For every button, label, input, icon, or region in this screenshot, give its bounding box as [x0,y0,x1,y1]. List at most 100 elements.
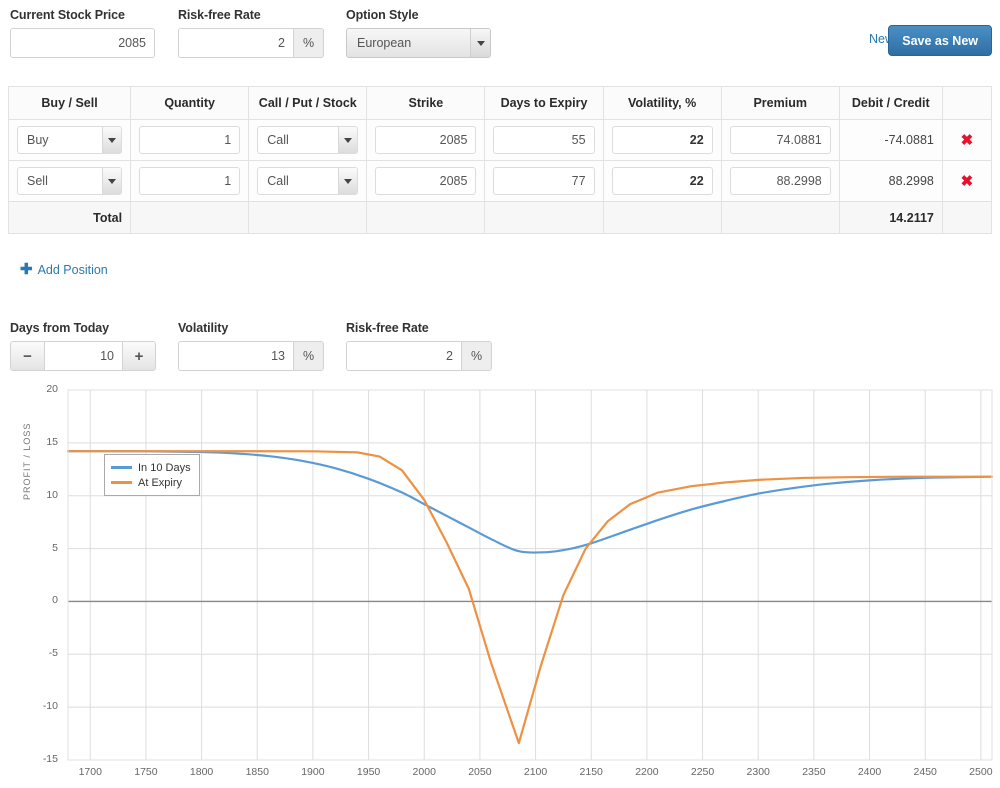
table-header-row: Buy / Sell Quantity Call / Put / Stock S… [7,86,993,120]
column-header-debit-credit: Debit / Credit [838,86,943,120]
cell-days-to-expiry: 55 [484,119,604,161]
y-tick-5: 5 [52,541,58,554]
debit-credit-value-row-1: 88.2998 [838,160,943,202]
legend-item-in-10-days: In 10 Days [111,460,191,475]
chart-risk-free-rate-label: Risk-free Rate [346,321,429,335]
strike-input-row-0[interactable]: 2085 [375,126,477,154]
cell-buy-sell: Buy [7,119,132,161]
column-header-quantity: Quantity [130,86,250,120]
risk-free-rate-input[interactable]: 2 [178,28,293,58]
stock-price-group: Current Stock Price 2085 [10,8,155,58]
stock-price-input[interactable]: 2085 [10,28,155,58]
x-tick-2400: 2400 [857,766,882,778]
delete-row-button-1[interactable]: ✖ [941,160,993,202]
top-control-bar: Current Stock Price 2085 Risk-free Rate … [0,0,1000,70]
type-select-row-0[interactable]: Call [257,126,359,154]
total-spacer-3 [366,201,486,234]
delete-row-button-0[interactable]: ✖ [941,119,993,161]
days-decrement-button[interactable]: − [10,341,44,371]
column-header-strike: Strike [366,86,486,120]
x-tick-1750: 1750 [134,766,158,778]
add-position-label: Add Position [37,262,108,277]
legend-label-at-expiry: At Expiry [138,476,183,489]
x-tick-1900: 1900 [301,766,325,778]
chevron-down-icon [338,168,358,194]
y-tick--5: -5 [48,647,58,660]
side-value-row-0: Buy [27,133,49,147]
volatility-input-row-1[interactable]: 22 [611,167,713,195]
days-increment-button[interactable]: + [122,341,156,371]
premium-input-row-1[interactable]: 88.2998 [729,167,831,195]
cell-premium: 74.0881 [720,119,840,161]
total-spacer-1 [130,201,250,234]
cell-type: Call [248,119,368,161]
x-tick-2050: 2050 [468,766,492,778]
risk-free-rate-group: Risk-free Rate 2 % [178,8,325,58]
y-tick-20: 20 [46,383,58,395]
days-from-today-input[interactable]: 10 [44,341,122,371]
x-tick-2500: 2500 [969,766,993,778]
plus-icon: ✚ [20,261,33,278]
volatility-input-row-0[interactable]: 22 [611,126,713,154]
chart-legend: In 10 Days At Expiry [104,454,200,496]
x-tick-2100: 2100 [523,766,548,778]
x-tick-2000: 2000 [412,766,436,778]
type-value-row-1: Call [267,174,289,188]
total-spacer-2 [248,201,368,234]
quantity-input-row-1[interactable]: 1 [139,167,241,195]
risk-free-rate-percent-addon: % [293,28,325,58]
chart-risk-free-rate-input[interactable]: 2 [346,341,461,371]
days-to-expiry-input-row-0[interactable]: 55 [493,126,595,154]
risk-free-rate-label: Risk-free Rate [178,8,261,22]
y-tick-0: 0 [52,594,58,607]
x-tick-1700: 1700 [78,766,102,778]
legend-swatch-at-expiry [111,481,132,484]
chevron-down-icon [338,127,358,153]
premium-input-row-0[interactable]: 74.0881 [729,126,831,154]
total-spacer-4 [484,201,604,234]
chart-volatility-label: Volatility [178,321,229,335]
column-header-premium: Premium [720,86,840,120]
add-position-button[interactable]: ✚ Add Position [20,262,108,277]
legend-item-at-expiry: At Expiry [111,475,191,490]
column-header-call-put-stock: Call / Put / Stock [248,86,368,120]
total-spacer-7 [941,201,993,234]
type-select-row-1[interactable]: Call [257,167,359,195]
column-header-volatility: Volatility, % [602,86,722,120]
column-header-actions [941,86,993,120]
table-total-row: Total 14.2117 [7,201,993,234]
x-tick-2200: 2200 [635,766,659,778]
chart-risk-free-rate-percent-addon: % [461,341,493,371]
x-tick-2250: 2250 [690,766,715,778]
side-value-row-1: Sell [27,174,48,188]
total-spacer-6 [720,201,840,234]
days-from-today-stepper: − 10 + [10,341,156,371]
total-debit-credit-value: 14.2117 [838,201,943,234]
option-style-label: Option Style [346,8,419,22]
strike-input-row-1[interactable]: 2085 [375,167,477,195]
chevron-down-icon [470,29,490,57]
chart-volatility-percent-addon: % [293,341,325,371]
chart-volatility-input[interactable]: 13 [178,341,293,371]
total-spacer-5 [602,201,722,234]
side-select-row-1[interactable]: Sell [17,167,123,195]
column-header-buy-sell: Buy / Sell [7,86,132,120]
option-style-value: European [357,36,412,50]
x-tick-1950: 1950 [356,766,381,778]
y-tick--15: -15 [42,753,58,765]
cell-volatility: 22 [602,160,722,202]
y-tick-15: 15 [46,435,58,448]
cell-type: Call [248,160,368,202]
cell-strike: 2085 [366,119,486,161]
x-tick-1800: 1800 [189,766,214,778]
chevron-down-icon [102,127,122,153]
option-style-select[interactable]: European [346,28,491,58]
side-select-row-0[interactable]: Buy [17,126,123,154]
days-to-expiry-input-row-1[interactable]: 77 [493,167,595,195]
total-label: Total [7,201,132,234]
y-tick-10: 10 [46,488,58,501]
legend-label-in-10-days: In 10 Days [138,461,191,474]
quantity-input-row-0[interactable]: 1 [139,126,241,154]
days-from-today-group: Days from Today − 10 + [10,321,156,371]
save-as-new-button[interactable]: Save as New [888,25,992,56]
